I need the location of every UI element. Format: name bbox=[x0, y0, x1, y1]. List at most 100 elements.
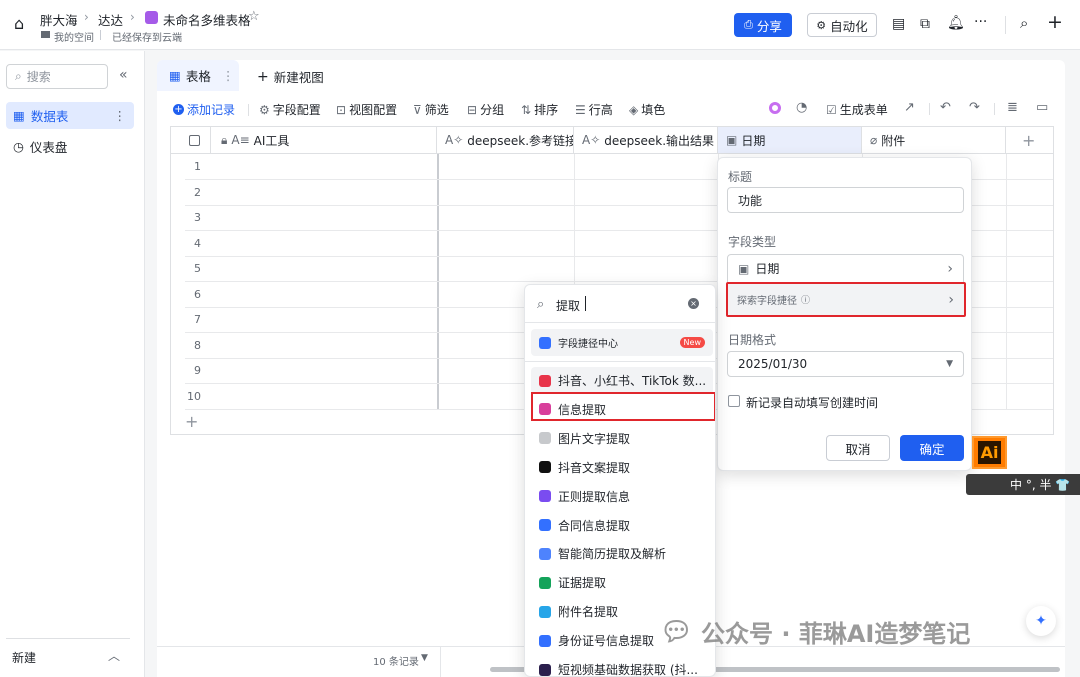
search-icon[interactable]: ⌕ bbox=[1020, 14, 1028, 32]
column-header-attachment[interactable]: ⌀ 附件 bbox=[862, 127, 1006, 154]
shortcut-search-input[interactable]: 提取 bbox=[556, 297, 580, 314]
clear-icon[interactable]: × bbox=[688, 298, 699, 309]
text-field-icon: A≡ bbox=[231, 133, 250, 147]
shortcut-item[interactable]: 信息提取 bbox=[531, 396, 713, 423]
share-out-icon[interactable]: ↗ bbox=[904, 100, 915, 115]
row-height-button[interactable]: ☰ 行高 bbox=[575, 101, 613, 118]
ai-icon[interactable] bbox=[769, 102, 781, 114]
view-config-button[interactable]: ⊡ 视图配置 bbox=[336, 101, 397, 118]
auto-fill-checkbox[interactable] bbox=[728, 395, 740, 407]
page-title[interactable]: 未命名多维表格 bbox=[163, 10, 251, 29]
home-icon[interactable]: ⌂ bbox=[14, 14, 24, 33]
collapse-icon[interactable]: « bbox=[119, 67, 128, 83]
row-number[interactable]: 5 bbox=[171, 262, 223, 275]
cancel-button[interactable]: 取消 bbox=[826, 435, 890, 461]
shortcut-item[interactable]: 智能简历提取及解析 bbox=[531, 540, 713, 567]
breadcrumb-folder[interactable]: 达达 bbox=[98, 10, 123, 29]
automation-button[interactable]: ⚙ 自动化 bbox=[807, 13, 877, 37]
new-view-button[interactable]: + 新建视图 bbox=[257, 67, 324, 86]
caret-down-icon[interactable]: ▼ bbox=[421, 653, 428, 663]
row-number[interactable]: 6 bbox=[171, 288, 223, 301]
column-header-date[interactable]: ▣ 日期 bbox=[718, 127, 862, 154]
undo-icon[interactable]: ↶ bbox=[940, 100, 951, 115]
fill-color-button[interactable]: ◈ 填色 bbox=[629, 101, 665, 118]
shortcut-item[interactable]: 图片文字提取 bbox=[531, 425, 713, 452]
shortcut-item-icon bbox=[539, 605, 551, 618]
column-header-deepseek-output[interactable]: A✧ deepseek.输出结果 bbox=[574, 127, 718, 154]
space-label[interactable]: 我的空间 bbox=[54, 29, 94, 44]
ime-status-bar[interactable]: 中 °, 半 👕 bbox=[966, 474, 1080, 495]
more-vertical-icon[interactable]: ⋮ bbox=[222, 68, 235, 83]
share-label: 分享 bbox=[756, 18, 782, 34]
row-number[interactable]: 3 bbox=[171, 211, 223, 224]
sidebar-item-datatable[interactable]: ▦ 数据表 ⋮ bbox=[6, 102, 134, 129]
shortcut-item-icon bbox=[539, 374, 551, 387]
shortcut-item[interactable]: 抖音、小红书、TikTok 数... bbox=[531, 367, 713, 394]
new-view-label: 新建视图 bbox=[273, 70, 324, 85]
shortcut-item[interactable]: 正则提取信息 bbox=[531, 483, 713, 510]
tab-table[interactable]: ▦ 表格 ⋮ bbox=[157, 60, 239, 91]
document-icon[interactable]: ▤ bbox=[892, 16, 905, 32]
comment-icon[interactable]: ▭ bbox=[1036, 100, 1048, 115]
share-button[interactable]: ⎙ 分享 bbox=[734, 13, 792, 37]
redo-icon[interactable]: ↷ bbox=[969, 100, 980, 115]
row-number[interactable]: 1 bbox=[171, 160, 223, 173]
explore-field-shortcut[interactable]: 探索字段捷径 ⓘ › bbox=[726, 282, 966, 317]
field-type-label: 字段类型 bbox=[728, 235, 777, 249]
row-number[interactable]: 4 bbox=[171, 237, 223, 250]
title-label: 标题 bbox=[728, 170, 753, 184]
sort-icon: ⇅ bbox=[521, 102, 532, 117]
search-list-icon[interactable]: ≣ bbox=[1007, 100, 1018, 115]
robot-icon: ⚙ bbox=[816, 18, 827, 32]
title-input[interactable]: 功能 bbox=[727, 187, 964, 213]
star-icon[interactable]: ☆ bbox=[248, 9, 260, 24]
more-icon[interactable]: ··· bbox=[974, 14, 987, 30]
breadcrumb-workspace[interactable]: 胖大海 bbox=[40, 10, 78, 29]
row-number[interactable]: 7 bbox=[171, 313, 223, 326]
date-format-select[interactable]: 2025/01/30 ▼ bbox=[727, 351, 964, 377]
ai-badge[interactable]: Ai bbox=[972, 436, 1007, 469]
add-column-button[interactable]: + bbox=[1006, 127, 1054, 154]
shortcut-item-label: 身份证号信息提取 bbox=[558, 634, 655, 649]
select-all-checkbox[interactable] bbox=[171, 127, 211, 154]
group-button[interactable]: ⊟ 分组 bbox=[467, 101, 504, 118]
new-button[interactable]: 新建 bbox=[12, 649, 36, 666]
chevron-up-icon[interactable]: ︿ bbox=[108, 647, 120, 664]
add-record-button[interactable]: + 添加记录 bbox=[173, 101, 235, 118]
column-header-deepseek-link[interactable]: A✧ deepseek.参考链接 bbox=[437, 127, 574, 154]
divider bbox=[525, 322, 715, 323]
search-icon: ⌕ bbox=[537, 297, 545, 312]
shortcut-item-icon bbox=[539, 490, 551, 503]
bell-icon[interactable]: 🔔︎ bbox=[947, 15, 965, 31]
shortcut-item[interactable]: 抖音文案提取 bbox=[531, 454, 713, 481]
shortcut-item-icon bbox=[539, 576, 551, 589]
row-number[interactable]: 8 bbox=[171, 339, 223, 352]
confirm-button[interactable]: 确定 bbox=[900, 435, 964, 461]
field-config-label: 字段配置 bbox=[272, 103, 321, 117]
generate-form-button[interactable]: ☑ 生成表单 bbox=[826, 101, 888, 118]
row-number[interactable]: 9 bbox=[171, 364, 223, 377]
sort-button[interactable]: ⇅ 排序 bbox=[521, 101, 558, 118]
shortcut-item[interactable]: 合同信息提取 bbox=[531, 512, 713, 539]
plus-icon[interactable]: + bbox=[1047, 11, 1063, 33]
shortcut-item[interactable]: 短视频基础数据获取 (抖... bbox=[531, 656, 713, 676]
field-type-select[interactable]: ▣ 日期 › bbox=[727, 254, 964, 283]
sidebar-search-input[interactable]: ⌕ 搜索 bbox=[6, 64, 108, 89]
shortcut-item[interactable]: 证据提取 bbox=[531, 569, 713, 596]
plugin-icon[interactable]: ⧉ bbox=[920, 16, 930, 32]
more-vertical-icon[interactable]: ⋮ bbox=[114, 108, 127, 123]
column-header-ai-tool[interactable]: 🔒︎ A≡ AI工具 bbox=[211, 127, 437, 154]
filter-button[interactable]: ⊽ 筛选 bbox=[413, 101, 449, 118]
ai-assistant-icon[interactable]: ✦ bbox=[1026, 606, 1056, 636]
row-number[interactable]: 10 bbox=[171, 390, 223, 403]
add-row-button[interactable]: + bbox=[185, 412, 198, 431]
save-status: 已经保存到云端 bbox=[112, 33, 182, 44]
divider bbox=[248, 104, 249, 116]
history-icon[interactable]: ◔ bbox=[796, 100, 807, 115]
fill-color-label: 填色 bbox=[641, 103, 666, 117]
record-count: 10 条记录 bbox=[373, 657, 419, 668]
sidebar-item-dashboard[interactable]: ◷ 仪表盘 bbox=[6, 133, 134, 160]
field-config-button[interactable]: ⚙ 字段配置 bbox=[259, 101, 321, 118]
shortcut-center-item[interactable]: 字段捷径中心 New bbox=[531, 329, 713, 356]
row-number[interactable]: 2 bbox=[171, 186, 223, 199]
